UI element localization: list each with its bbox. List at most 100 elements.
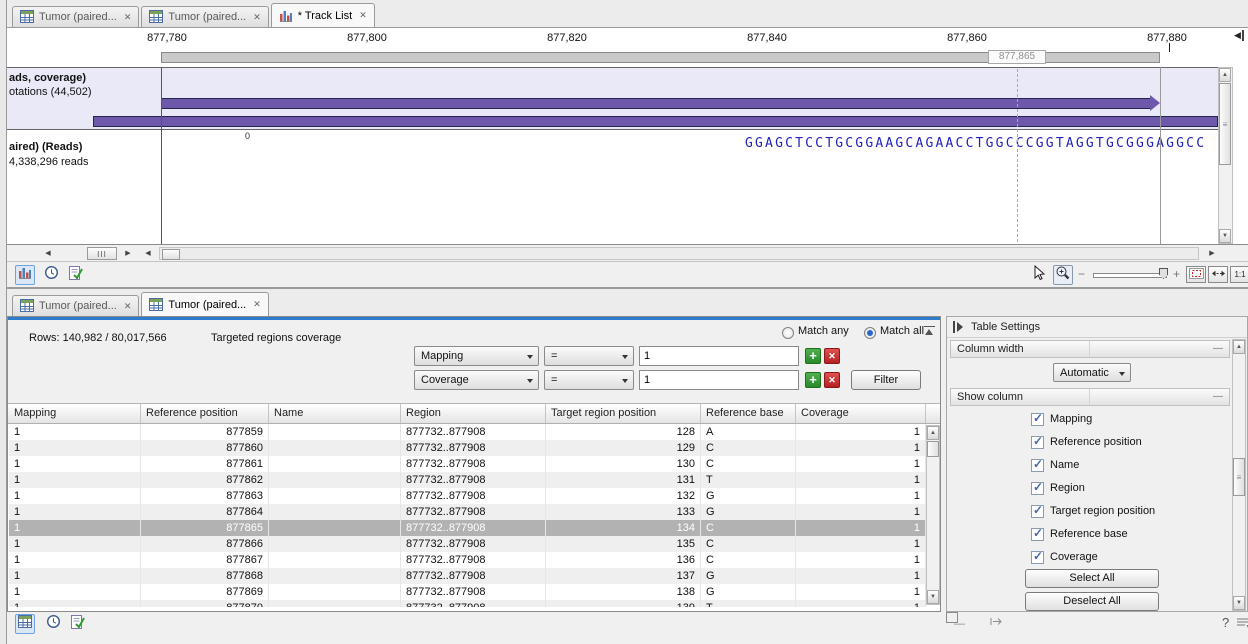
- scroll-up-button[interactable]: ▲: [1219, 68, 1231, 82]
- deselect-all-button[interactable]: Deselect All: [1025, 592, 1159, 611]
- filter-operator-dropdown[interactable]: =: [544, 370, 634, 390]
- filter-value-input[interactable]: [639, 370, 799, 390]
- help-icon[interactable]: ?: [1222, 615, 1229, 630]
- match-any-radio[interactable]: [782, 327, 794, 339]
- history-view-button[interactable]: [41, 265, 61, 285]
- log-icon[interactable]: [1236, 617, 1248, 632]
- scroll-thumb[interactable]: ≡: [1233, 458, 1245, 496]
- history-view-button[interactable]: [43, 614, 63, 634]
- scroll-down-button[interactable]: ▼: [927, 590, 939, 604]
- table-vertical-scrollbar[interactable]: ▲ ▼: [926, 425, 940, 605]
- track-vertical-scrollbar[interactable]: ▲ ≡ ▼: [1218, 67, 1233, 244]
- fit-width-button[interactable]: [1208, 266, 1228, 283]
- collapse-filter-icon[interactable]: [924, 326, 935, 336]
- selection-tool-button[interactable]: [1029, 265, 1049, 285]
- settings-vertical-scrollbar[interactable]: ▲ ≡ ▼: [1232, 339, 1246, 611]
- column-header-coverage[interactable]: Coverage: [796, 404, 926, 423]
- bottom-tab-tumor-paired[interactable]: Tumor (paired...✕: [12, 295, 139, 316]
- checkbox-reference-position[interactable]: [1031, 436, 1044, 449]
- track-view-mode-button[interactable]: [15, 265, 35, 285]
- checkbox-mapping[interactable]: [1031, 413, 1044, 426]
- table-row[interactable]: 1877860877732..877908129C1: [9, 440, 926, 456]
- zoom-in-icon[interactable]: +: [1173, 267, 1180, 281]
- add-filter-button[interactable]: +: [805, 348, 821, 364]
- match-all-radio[interactable]: [864, 327, 876, 339]
- top-tab-tumor-paired[interactable]: Tumor (paired...✕: [12, 6, 139, 27]
- zoom-slider[interactable]: [1093, 273, 1167, 278]
- close-icon[interactable]: ✕: [124, 301, 132, 312]
- table-row[interactable]: 1877869877732..877908138G1: [9, 584, 926, 600]
- top-tab-track-list[interactable]: * Track List✕: [271, 3, 375, 27]
- scroll-right-button[interactable]: ▶: [1203, 247, 1221, 260]
- filter-column-dropdown[interactable]: Mapping: [414, 346, 539, 366]
- add-filter-button[interactable]: +: [805, 372, 821, 388]
- filter-column-dropdown[interactable]: Coverage: [414, 370, 539, 390]
- table-row[interactable]: 1877861877732..877908130C1: [9, 456, 926, 472]
- element-info-button[interactable]: [67, 614, 87, 634]
- zoom-in-tool-button[interactable]: [1053, 265, 1073, 285]
- column-header-mapping[interactable]: Mapping: [9, 404, 141, 423]
- table-row[interactable]: 1877870877732..877908139T1: [9, 600, 926, 607]
- remove-filter-button[interactable]: ✕: [824, 372, 840, 388]
- show-column-option-name[interactable]: Name: [1031, 457, 1079, 473]
- filter-value-input[interactable]: [639, 346, 799, 366]
- top-tab-tumor-paired[interactable]: Tumor (paired...✕: [141, 6, 268, 27]
- horizontal-scrollbar[interactable]: [159, 247, 1199, 260]
- zoom-out-icon[interactable]: −: [1078, 267, 1085, 281]
- close-icon[interactable]: ✕: [253, 12, 261, 23]
- show-column-option-coverage[interactable]: Coverage: [1031, 549, 1098, 565]
- close-icon[interactable]: ✕: [124, 12, 132, 23]
- table-row[interactable]: 1877864877732..877908133G1: [9, 504, 926, 520]
- column-header-reference-position[interactable]: Reference position: [141, 404, 269, 423]
- scroll-down-button[interactable]: ▼: [1233, 596, 1245, 610]
- dock-panel-icon[interactable]: [990, 616, 1003, 630]
- show-column-option-reference-position[interactable]: Reference position: [1031, 434, 1142, 450]
- show-column-option-target-region-position[interactable]: Target region position: [1031, 503, 1155, 519]
- scroll-thumb[interactable]: [927, 441, 939, 457]
- table-view-mode-button[interactable]: [15, 614, 35, 634]
- filter-button[interactable]: Filter: [851, 370, 921, 390]
- minimize-icon[interactable]: —: [1213, 341, 1223, 357]
- show-column-option-mapping[interactable]: Mapping: [1031, 411, 1092, 427]
- checkbox-coverage[interactable]: [1031, 551, 1044, 564]
- column-header-reference-base[interactable]: Reference base: [701, 404, 796, 423]
- column-header-target-region-position[interactable]: Target region position: [546, 404, 701, 423]
- bottom-tab-tumor-paired[interactable]: Tumor (paired...✕: [141, 292, 268, 316]
- show-column-option-region[interactable]: Region: [1031, 480, 1085, 496]
- show-column-section-header[interactable]: Show column —: [950, 388, 1230, 406]
- gene-annotation-arrow[interactable]: [161, 98, 1150, 109]
- transcript-annotation-bar[interactable]: [93, 116, 1218, 127]
- checkbox-region[interactable]: [1031, 482, 1044, 495]
- scroll-down-button[interactable]: ▼: [1219, 229, 1231, 243]
- scroll-up-button[interactable]: ▲: [927, 426, 939, 440]
- horizontal-scroll-thumb[interactable]: [162, 249, 180, 260]
- pan-left-button[interactable]: ◀: [37, 247, 59, 260]
- splitter-handle[interactable]: III: [87, 247, 117, 260]
- element-info-button[interactable]: [65, 265, 85, 285]
- checkbox-reference-base[interactable]: [1031, 528, 1044, 541]
- scroll-left-button[interactable]: ◀: [140, 247, 156, 260]
- column-width-section-header[interactable]: Column width —: [950, 340, 1230, 358]
- select-all-button[interactable]: Select All: [1025, 569, 1159, 588]
- table-row[interactable]: 1877865877732..877908134C1: [9, 520, 926, 536]
- settings-title-row[interactable]: Table Settings: [947, 317, 1247, 338]
- scroll-thumb[interactable]: ≡: [1219, 83, 1231, 165]
- column-width-dropdown[interactable]: Automatic: [1053, 363, 1131, 382]
- show-column-option-reference-base[interactable]: Reference base: [1031, 526, 1128, 542]
- table-row[interactable]: 1877866877732..877908135C1: [9, 536, 926, 552]
- collapse-panel-icon[interactable]: ◀: [1234, 30, 1244, 41]
- table-row[interactable]: 1877862877732..877908131T1: [9, 472, 926, 488]
- close-icon[interactable]: ✕: [359, 10, 367, 21]
- minimize-panel-icon[interactable]: —: [954, 618, 965, 630]
- filter-operator-dropdown[interactable]: =: [544, 346, 634, 366]
- checkbox-name[interactable]: [1031, 459, 1044, 472]
- close-icon[interactable]: ✕: [253, 299, 261, 310]
- left-splitter[interactable]: [0, 0, 7, 644]
- scroll-up-button[interactable]: ▲: [1233, 340, 1245, 354]
- pan-right-button[interactable]: ▶: [119, 247, 137, 260]
- remove-filter-button[interactable]: ✕: [824, 348, 840, 364]
- table-row[interactable]: 1877863877732..877908132G1: [9, 488, 926, 504]
- table-row[interactable]: 1877867877732..877908136C1: [9, 552, 926, 568]
- column-header-name[interactable]: Name: [269, 404, 401, 423]
- table-row[interactable]: 1877868877732..877908137G1: [9, 568, 926, 584]
